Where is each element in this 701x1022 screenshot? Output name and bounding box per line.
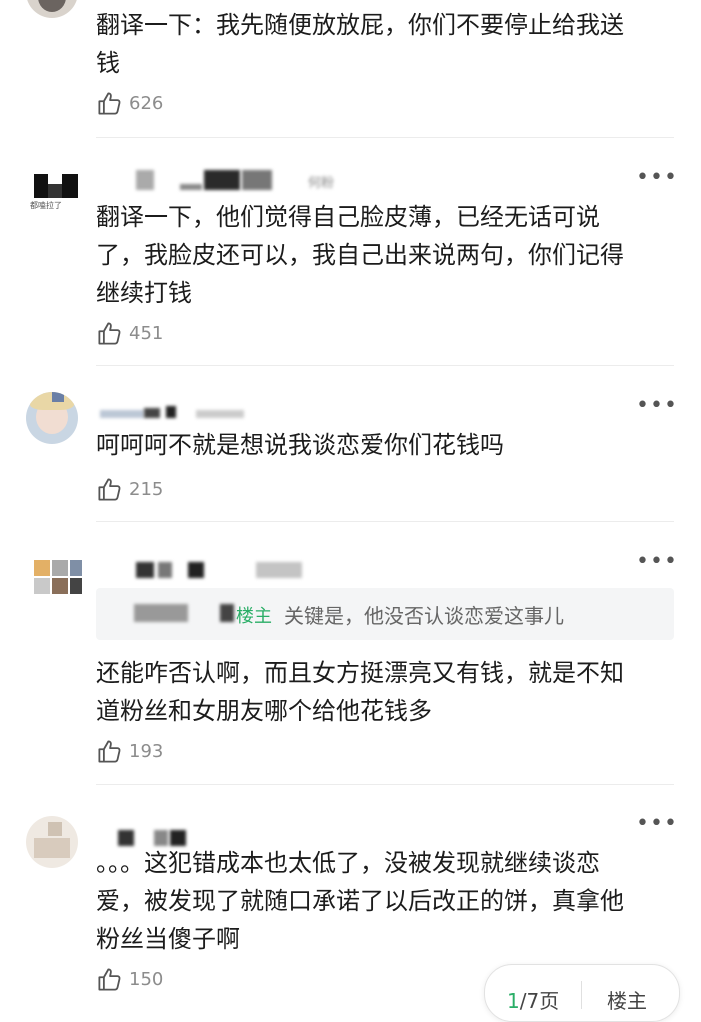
avatar-caption: 都嗑拉了 xyxy=(30,201,62,210)
like-count: 193 xyxy=(129,740,164,762)
divider xyxy=(96,137,674,138)
divider xyxy=(96,521,674,522)
like-count: 626 xyxy=(129,92,164,114)
quoted-author xyxy=(134,604,188,622)
comment-text: 。。。这犯错成本也太低了，没被发现就继续谈恋 爱，被发现了就随口承诺了以后改正的… xyxy=(96,849,624,953)
divider xyxy=(96,365,674,366)
like-button[interactable]: 193 xyxy=(96,736,163,766)
pager-divider xyxy=(581,981,582,1009)
like-button[interactable]: 150 xyxy=(96,964,163,994)
comment-text: 翻译一下，他们觉得自己脸皮薄，已经无话可说 了，我脸皮还可以，我自己出来说两句，… xyxy=(96,203,624,307)
author-name[interactable] xyxy=(130,560,330,580)
like-button[interactable]: 451 xyxy=(96,318,163,348)
more-dots-icon[interactable]: ••• xyxy=(636,551,678,573)
comment-text: 呵呵呵不就是想说我谈恋爱你们花钱吗 xyxy=(96,431,504,459)
like-count: 150 xyxy=(129,968,164,990)
like-button[interactable]: 215 xyxy=(96,474,163,504)
like-count: 215 xyxy=(129,478,164,500)
author-name[interactable]: 何粉 xyxy=(130,170,370,192)
avatar[interactable] xyxy=(26,816,78,868)
quoted-text: 关键是，他没否认谈恋爱这事儿 xyxy=(284,604,564,628)
page-total: /7页 xyxy=(519,989,560,1013)
more-dots-icon[interactable]: ••• xyxy=(636,813,678,835)
avatar[interactable]: 都嗑拉了 xyxy=(30,170,82,210)
quoted-reply[interactable]: 楼主 关键是，他没否认谈恋爱这事儿 xyxy=(96,588,674,640)
avatar[interactable] xyxy=(26,0,78,18)
like-count: 451 xyxy=(129,322,164,344)
page-navigator: 1/7页 楼主 xyxy=(484,964,680,1022)
avatar[interactable] xyxy=(26,392,78,444)
avatar[interactable] xyxy=(30,558,82,598)
author-name[interactable] xyxy=(100,404,260,420)
more-dots-icon[interactable]: ••• xyxy=(636,167,678,189)
thumbs-up-icon xyxy=(98,739,121,763)
thumbs-up-icon xyxy=(98,91,121,115)
owner-tag: 楼主 xyxy=(236,606,272,627)
comment-text: 还能咋否认啊，而且女方挺漂亮又有钱，就是不知 道粉丝和女朋友哪个给他花钱多 xyxy=(96,659,624,725)
divider xyxy=(96,784,674,785)
thumbs-up-icon xyxy=(98,477,121,501)
comment-text: 翻译一下：我先随便放放屁，你们不要停止给我送 钱 xyxy=(96,11,624,77)
thumbs-up-icon xyxy=(98,321,121,345)
more-dots-icon[interactable]: ••• xyxy=(636,395,678,417)
author-name-tail: 何粉 xyxy=(308,176,335,191)
thumbs-up-icon xyxy=(98,967,121,991)
current-page: 1 xyxy=(507,989,520,1013)
like-button[interactable]: 626 xyxy=(96,88,163,118)
